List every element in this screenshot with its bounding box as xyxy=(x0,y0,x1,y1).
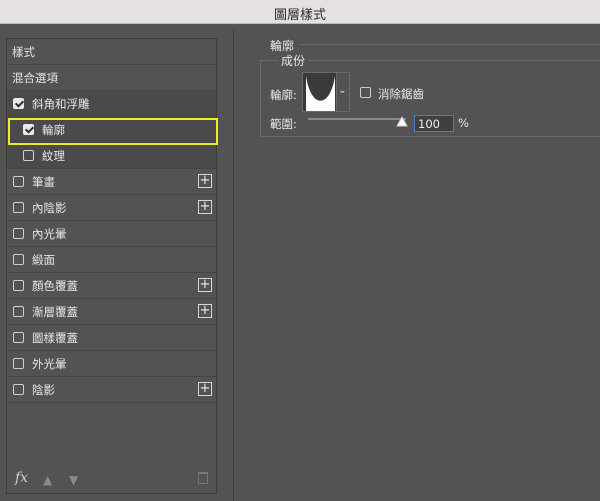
style-item-satin[interactable]: 緞面 xyxy=(7,247,216,273)
contour-dropdown-chevron-icon[interactable]: ⌄ xyxy=(336,72,350,112)
range-unit: % xyxy=(458,116,469,130)
pattern-overlay-checkbox[interactable] xyxy=(13,332,24,343)
range-label: 範圍: xyxy=(270,117,297,131)
outer-glow-checkbox[interactable] xyxy=(13,358,24,369)
style-item-label: 內陰影 xyxy=(32,201,67,215)
style-item-stroke[interactable]: 筆畫 + xyxy=(7,169,216,195)
add-inner-shadow-icon[interactable]: + xyxy=(198,200,212,214)
contour-picker[interactable] xyxy=(302,72,337,112)
bottom-toolbar: fx ▲ ▼ xyxy=(7,467,216,493)
style-item-label: 內光暈 xyxy=(32,227,67,241)
style-item-pattern-overlay[interactable]: 圖樣覆蓋 xyxy=(7,325,216,351)
style-item-label: 圖樣覆蓋 xyxy=(32,331,78,345)
style-item-label: 顏色覆蓋 xyxy=(32,279,78,293)
styles-list-panel: 樣式 混合選項 斜角和浮雕 輪廓 紋理 筆畫 + 內陰影 + 內光暈 緞面 顏色… xyxy=(6,38,218,494)
style-item-label: 陰影 xyxy=(32,383,55,397)
add-gradient-overlay-icon[interactable]: + xyxy=(198,304,212,318)
gradient-overlay-checkbox[interactable] xyxy=(13,306,24,317)
add-color-overlay-icon[interactable]: + xyxy=(198,278,212,292)
bevel-emboss-checkbox[interactable] xyxy=(13,98,24,109)
selection-highlight xyxy=(8,118,218,145)
range-slider[interactable] xyxy=(308,118,406,120)
add-stroke-icon[interactable]: + xyxy=(198,174,212,188)
style-item-gradient-overlay[interactable]: 漸層覆蓋 + xyxy=(7,299,216,325)
style-item-texture[interactable]: 紋理 xyxy=(7,143,216,169)
range-input[interactable]: 100 xyxy=(414,115,454,132)
styles-header-label: 樣式 xyxy=(12,45,35,59)
style-item-label: 緞面 xyxy=(32,253,55,267)
style-item-inner-shadow[interactable]: 內陰影 + xyxy=(7,195,216,221)
stroke-checkbox[interactable] xyxy=(13,176,24,187)
inner-shadow-checkbox[interactable] xyxy=(13,202,24,213)
style-item-drop-shadow[interactable]: 陰影 + xyxy=(7,377,216,403)
panel-divider xyxy=(233,30,234,501)
style-item-label: 筆畫 xyxy=(32,175,55,189)
window-title: 圖層樣式 xyxy=(273,8,326,23)
fx-icon[interactable]: fx xyxy=(15,470,28,486)
move-down-icon[interactable]: ▼ xyxy=(69,473,78,487)
inner-glow-checkbox[interactable] xyxy=(13,228,24,239)
style-item-label: 斜角和浮雕 xyxy=(32,97,90,111)
style-item-bevel-emboss[interactable]: 斜角和浮雕 xyxy=(7,91,216,117)
move-up-icon[interactable]: ▲ xyxy=(43,473,52,487)
blending-options[interactable]: 混合選項 xyxy=(7,65,216,91)
style-item-color-overlay[interactable]: 顏色覆蓋 + xyxy=(7,273,216,299)
group-title: 成份 xyxy=(278,52,309,69)
section-rule xyxy=(300,44,600,45)
trash-icon[interactable] xyxy=(198,472,208,484)
styles-header[interactable]: 樣式 xyxy=(7,39,216,65)
style-item-label: 漸層覆蓋 xyxy=(32,305,78,319)
anti-alias-checkbox[interactable] xyxy=(360,87,371,98)
range-slider-thumb-icon[interactable] xyxy=(396,115,408,131)
style-item-inner-glow[interactable]: 內光暈 xyxy=(7,221,216,247)
contour-label: 輪廓: xyxy=(270,88,297,102)
texture-checkbox[interactable] xyxy=(23,150,34,161)
color-overlay-checkbox[interactable] xyxy=(13,280,24,291)
style-item-label: 紋理 xyxy=(42,149,65,163)
contour-curve-icon xyxy=(306,76,335,111)
title-bar: 圖層樣式 xyxy=(0,0,600,24)
drop-shadow-checkbox[interactable] xyxy=(13,384,24,395)
style-item-outer-glow[interactable]: 外光暈 xyxy=(7,351,216,377)
anti-alias-label: 消除鋸齒 xyxy=(378,87,424,101)
add-drop-shadow-icon[interactable]: + xyxy=(198,382,212,396)
blending-options-label: 混合選項 xyxy=(12,71,58,85)
satin-checkbox[interactable] xyxy=(13,254,24,265)
style-item-label: 外光暈 xyxy=(32,357,67,371)
